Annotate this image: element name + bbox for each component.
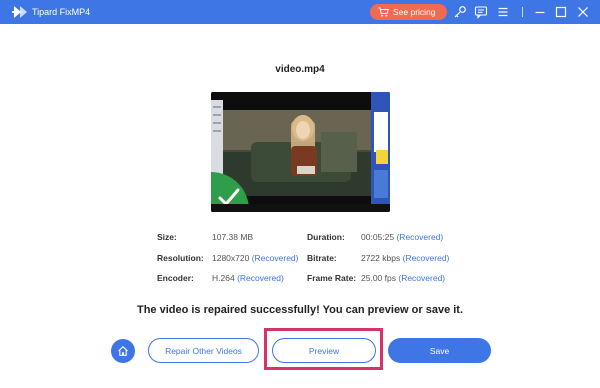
- app-title: Tipard FixMP4: [32, 7, 91, 17]
- video-thumbnail: [211, 92, 390, 212]
- resolution-status: (Recovered): [251, 253, 299, 263]
- framerate-value: 25.00 fps: [361, 273, 396, 283]
- encoder-value-group: H.264 (Recovered): [212, 273, 284, 283]
- resolution-label: Resolution:: [157, 253, 204, 263]
- minimize-icon[interactable]: [533, 5, 547, 19]
- home-icon: [118, 346, 128, 356]
- framerate-label: Frame Rate:: [307, 273, 357, 283]
- duration-label: Duration:: [307, 232, 345, 242]
- save-button[interactable]: Save: [388, 338, 491, 363]
- preview-highlight-box: [264, 328, 383, 370]
- size-value: 107.38 MB: [212, 232, 254, 242]
- duration-value: 00:05:25: [361, 232, 395, 242]
- video-frame-image: [211, 92, 390, 212]
- file-name: video.mp4: [275, 64, 325, 75]
- title-bar: Tipard FixMP4 See pricing: [0, 0, 600, 24]
- app-window: Tipard FixMP4 See pricing video.mp4 Size…: [0, 0, 600, 388]
- bitrate-label: Bitrate:: [307, 253, 337, 263]
- framerate-status: (Recovered): [398, 273, 446, 283]
- close-icon[interactable]: [576, 5, 590, 19]
- bitrate-value-group: 2722 kbps (Recovered): [361, 253, 449, 263]
- key-icon[interactable]: [453, 5, 467, 19]
- framerate-value-group: 25.00 fps (Recovered): [361, 273, 445, 283]
- duration-value-group: 00:05:25 (Recovered): [361, 232, 443, 242]
- cart-icon: [378, 7, 389, 17]
- encoder-status: (Recovered): [237, 273, 284, 283]
- save-label: Save: [429, 345, 450, 356]
- bitrate-status: (Recovered): [402, 253, 450, 263]
- play-logo-icon: [12, 6, 27, 18]
- bitrate-value: 2722 kbps: [361, 253, 401, 263]
- see-pricing-button[interactable]: See pricing: [370, 4, 447, 20]
- encoder-label: Encoder:: [157, 273, 194, 283]
- title-bar-divider: [522, 7, 523, 17]
- size-label: Size:: [157, 232, 177, 242]
- home-button[interactable]: [111, 339, 135, 363]
- resolution-value-group: 1280x720 (Recovered): [212, 253, 299, 263]
- repair-other-videos-label: Repair Other Videos: [165, 345, 242, 356]
- menu-icon[interactable]: [496, 5, 510, 19]
- resolution-value: 1280x720: [212, 253, 250, 263]
- encoder-value: H.264: [212, 273, 235, 283]
- success-message: The video is repaired successfully! You …: [136, 304, 464, 316]
- duration-status: (Recovered): [396, 232, 444, 242]
- chat-icon[interactable]: [474, 5, 488, 19]
- maximize-icon[interactable]: [554, 5, 568, 19]
- see-pricing-label: See pricing: [393, 7, 436, 17]
- repair-other-videos-button[interactable]: Repair Other Videos: [148, 338, 259, 363]
